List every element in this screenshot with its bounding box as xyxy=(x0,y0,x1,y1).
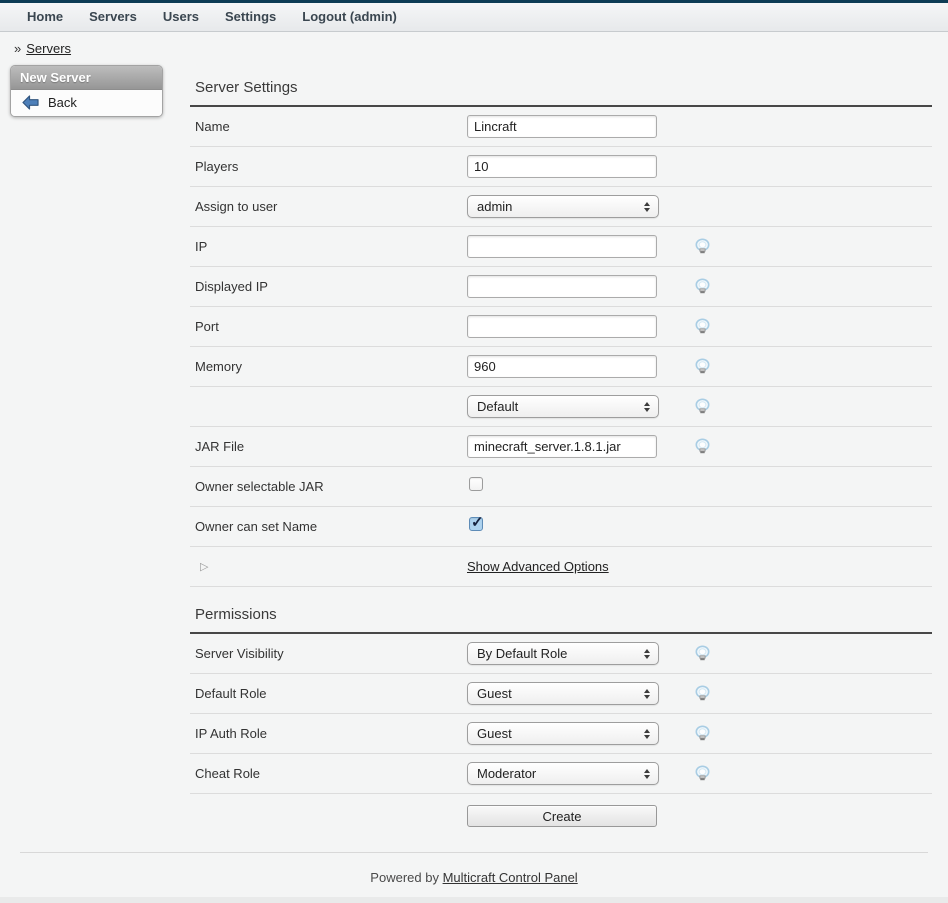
ip-label: IP xyxy=(190,239,467,254)
breadcrumb-link-servers[interactable]: Servers xyxy=(26,41,71,56)
ip-auth-role-select[interactable]: Guest xyxy=(467,722,659,745)
form-row-default-role: Default Role Guest xyxy=(190,674,932,714)
server-visibility-label: Server Visibility xyxy=(190,646,467,661)
players-input[interactable] xyxy=(467,155,657,178)
memory-preset-select[interactable]: Default xyxy=(467,395,659,418)
memory-label: Memory xyxy=(190,359,467,374)
back-arrow-icon xyxy=(22,95,39,110)
jar-file-help-bulb-icon[interactable] xyxy=(679,438,932,455)
page-footer: Powered by Multicraft Control Panel xyxy=(20,852,928,899)
nav-item-settings[interactable]: Settings xyxy=(212,3,289,31)
ip-help-bulb-icon[interactable] xyxy=(679,238,932,255)
memory-preset-select-wrap: Default xyxy=(467,395,659,418)
form-row-displayed-ip: Displayed IP xyxy=(190,267,932,307)
cheat-role-select[interactable]: Moderator xyxy=(467,762,659,785)
form-row-ip: IP xyxy=(190,227,932,267)
form-row-name: Name xyxy=(190,107,932,147)
name-input[interactable] xyxy=(467,115,657,138)
form-row-players: Players xyxy=(190,147,932,187)
server-visibility-select[interactable]: By Default Role xyxy=(467,642,659,665)
nav-item-users[interactable]: Users xyxy=(150,3,212,31)
sidebar-menu: New Server Back xyxy=(10,65,163,117)
jar-file-label: JAR File xyxy=(190,439,467,454)
ip-auth-role-label: IP Auth Role xyxy=(190,726,467,741)
nav-item-servers[interactable]: Servers xyxy=(76,3,150,31)
default-role-label: Default Role xyxy=(190,686,467,701)
displayed-ip-input[interactable] xyxy=(467,275,657,298)
default-role-select[interactable]: Guest xyxy=(467,682,659,705)
footer-powered-by-text: Powered by xyxy=(370,870,439,885)
port-label: Port xyxy=(190,319,467,334)
owner-selectable-jar-label: Owner selectable JAR xyxy=(190,479,467,494)
default-role-select-wrap: Guest xyxy=(467,682,659,705)
port-input[interactable] xyxy=(467,315,657,338)
create-button[interactable]: Create xyxy=(467,805,657,827)
cheat-role-select-wrap: Moderator xyxy=(467,762,659,785)
displayed-ip-label: Displayed IP xyxy=(190,279,467,294)
form-row-ip-auth-role: IP Auth Role Guest xyxy=(190,714,932,754)
assign-to-user-select-wrap: admin xyxy=(467,195,659,218)
port-help-bulb-icon[interactable] xyxy=(679,318,932,335)
server-visibility-help-bulb-icon[interactable] xyxy=(679,645,932,662)
form-row-advanced-toggle: ▷ Show Advanced Options xyxy=(190,547,932,587)
form-row-jar-file: JAR File xyxy=(190,427,932,467)
memory-preset-help-bulb-icon[interactable] xyxy=(679,398,932,415)
ip-input[interactable] xyxy=(467,235,657,258)
nav-item-home[interactable]: Home xyxy=(14,3,76,31)
form-row-memory: Memory xyxy=(190,347,932,387)
assign-to-user-label: Assign to user xyxy=(190,199,467,214)
main-navbar: Home Servers Users Settings Logout (admi… xyxy=(0,3,948,32)
assign-to-user-select[interactable]: admin xyxy=(467,195,659,218)
owner-can-set-name-checkbox[interactable] xyxy=(469,517,483,531)
advanced-collapsed-triangle-icon[interactable]: ▷ xyxy=(190,560,467,573)
form-row-owner-can-set-name: Owner can set Name xyxy=(190,507,932,547)
memory-help-bulb-icon[interactable] xyxy=(679,358,932,375)
ip-auth-role-select-wrap: Guest xyxy=(467,722,659,745)
displayed-ip-help-bulb-icon[interactable] xyxy=(679,278,932,295)
owner-selectable-jar-checkbox[interactable] xyxy=(469,477,483,491)
memory-input[interactable] xyxy=(467,355,657,378)
jar-file-input[interactable] xyxy=(467,435,657,458)
form-row-server-visibility: Server Visibility By Default Role xyxy=(190,634,932,674)
breadcrumb: » Servers xyxy=(0,32,948,63)
cheat-role-label: Cheat Role xyxy=(190,766,467,781)
owner-can-set-name-label: Owner can set Name xyxy=(190,519,467,534)
sidebar-item-back[interactable]: Back xyxy=(11,90,162,116)
players-label: Players xyxy=(190,159,467,174)
cheat-role-help-bulb-icon[interactable] xyxy=(679,765,932,782)
form-row-submit: Create xyxy=(190,794,932,838)
section-title-server-settings: Server Settings xyxy=(190,79,932,107)
show-advanced-options-link[interactable]: Show Advanced Options xyxy=(467,559,679,574)
section-title-permissions: Permissions xyxy=(190,606,932,634)
form-row-assign-to-user: Assign to user admin xyxy=(190,187,932,227)
form-row-port: Port xyxy=(190,307,932,347)
default-role-help-bulb-icon[interactable] xyxy=(679,685,932,702)
footer-multicraft-link[interactable]: Multicraft Control Panel xyxy=(443,870,578,885)
sidebar-item-back-label: Back xyxy=(48,95,77,110)
form-row-memory-preset: Default xyxy=(190,387,932,427)
server-visibility-select-wrap: By Default Role xyxy=(467,642,659,665)
breadcrumb-separator: » xyxy=(14,41,21,56)
main-content: Server Settings Name Players Assign to u… xyxy=(190,79,932,838)
bottom-edge xyxy=(0,897,948,903)
name-label: Name xyxy=(190,119,467,134)
nav-item-logout[interactable]: Logout (admin) xyxy=(289,3,410,31)
ip-auth-role-help-bulb-icon[interactable] xyxy=(679,725,932,742)
form-row-owner-selectable-jar: Owner selectable JAR xyxy=(190,467,932,507)
form-row-cheat-role: Cheat Role Moderator xyxy=(190,754,932,794)
sidebar-title: New Server xyxy=(11,66,162,90)
